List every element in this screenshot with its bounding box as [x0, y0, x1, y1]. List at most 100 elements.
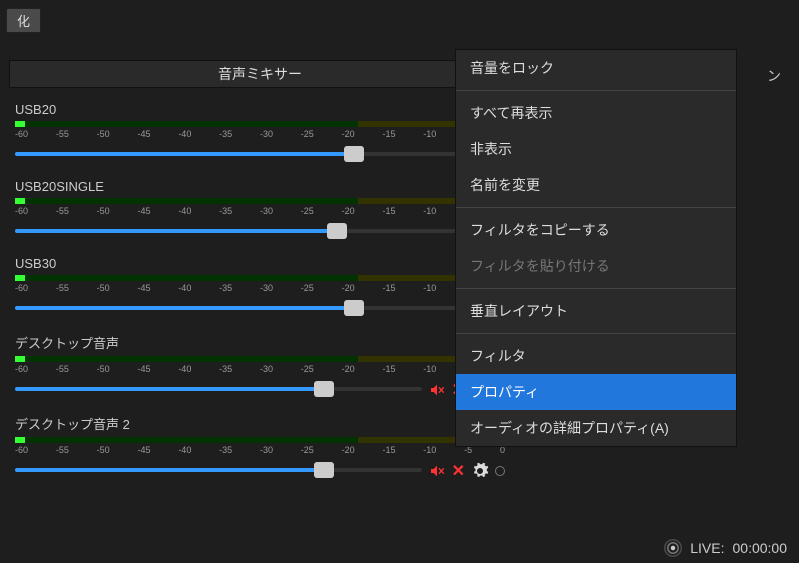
volume-slider[interactable] — [15, 468, 422, 474]
volume-slider[interactable] — [15, 229, 462, 235]
tick-label: -20 — [342, 129, 355, 139]
tick-label: -20 — [342, 364, 355, 374]
tick-label: -50 — [97, 206, 110, 216]
volume-slider[interactable] — [15, 306, 462, 312]
meter-ticks: -60-55-50-45-40-35-30-25-20-15-10-50 — [15, 445, 505, 455]
tick-label: -45 — [137, 283, 150, 293]
tick-label: -30 — [260, 445, 273, 455]
tick-label: -10 — [423, 445, 436, 455]
gear-icon[interactable] — [471, 462, 489, 480]
tick-label: -25 — [301, 364, 314, 374]
tick-label: -55 — [56, 129, 69, 139]
menu-separator — [456, 333, 736, 334]
level-meter — [15, 198, 505, 204]
menu-item[interactable]: 非表示 — [456, 131, 736, 167]
tick-label: -30 — [260, 206, 273, 216]
audio-context-menu[interactable]: 音量をロックすべて再表示非表示名前を変更フィルタをコピーするフィルタを貼り付ける… — [455, 49, 737, 447]
tick-label: -15 — [382, 445, 395, 455]
options-dot[interactable] — [495, 466, 505, 476]
tick-label: -10 — [423, 129, 436, 139]
tick-label: -20 — [342, 445, 355, 455]
tick-label: -55 — [56, 364, 69, 374]
channel-name: デスクトップ音声 — [15, 333, 119, 352]
tick-label: -60 — [15, 445, 28, 455]
tick-label: -10 — [423, 206, 436, 216]
audio-channel: USB300.0-60-55-50-45-40-35-30-25-20-15-1… — [9, 256, 511, 319]
tick-label: -35 — [219, 364, 232, 374]
tick-label: -30 — [260, 129, 273, 139]
level-meter — [15, 121, 505, 127]
speaker-muted-icon[interactable] — [428, 463, 446, 479]
menu-item[interactable]: 垂直レイアウト — [456, 293, 736, 329]
tick-label: -15 — [382, 364, 395, 374]
tick-label: -35 — [219, 283, 232, 293]
menu-item[interactable]: 名前を変更 — [456, 167, 736, 203]
audio-channel: USB200.0-60-55-50-45-40-35-30-25-20-15-1… — [9, 102, 511, 165]
tick-label: -30 — [260, 283, 273, 293]
tick-label: -10 — [423, 364, 436, 374]
speaker-muted-icon[interactable] — [428, 382, 446, 398]
tick-label: -50 — [97, 364, 110, 374]
meter-ticks: -60-55-50-45-40-35-30-25-20-15-10-50 — [15, 283, 505, 293]
tick-label: -20 — [342, 283, 355, 293]
tick-label: -50 — [97, 445, 110, 455]
menu-item[interactable]: フィルタをコピーする — [456, 212, 736, 248]
tick-label: -15 — [382, 129, 395, 139]
tick-label: -15 — [382, 206, 395, 216]
tick-label: -60 — [15, 129, 28, 139]
truncated-label: ン — [767, 66, 781, 86]
volume-slider[interactable] — [15, 152, 462, 158]
live-label: LIVE: — [690, 540, 724, 556]
tick-label: -40 — [178, 283, 191, 293]
audio-channel: デスクトップ音声0.0-60-55-50-45-40-35-30-25-20-1… — [9, 333, 511, 400]
menu-item[interactable]: フィルタ — [456, 338, 736, 374]
menu-item[interactable]: すべて再表示 — [456, 95, 736, 131]
tick-label: -25 — [301, 129, 314, 139]
menu-separator — [456, 207, 736, 208]
menu-separator — [456, 288, 736, 289]
audio-channel: デスクトップ音声 20.0 dB-60-55-50-45-40-35-30-25… — [9, 414, 511, 481]
volume-slider[interactable] — [15, 387, 422, 393]
mixer-panel-header: 音声ミキサー — [9, 60, 511, 88]
audio-mixer-panel: 音声ミキサー USB200.0-60-55-50-45-40-35-30-25-… — [9, 60, 511, 481]
tick-label: -15 — [382, 283, 395, 293]
meter-ticks: -60-55-50-45-40-35-30-25-20-15-10-50 — [15, 364, 505, 374]
menu-separator — [456, 90, 736, 91]
menu-item[interactable]: オーディオの詳細プロパティ(A) — [456, 410, 736, 446]
tick-label: -45 — [137, 129, 150, 139]
tick-label: -20 — [342, 206, 355, 216]
tick-label: -55 — [56, 283, 69, 293]
tick-label: -30 — [260, 364, 273, 374]
tick-label: -60 — [15, 364, 28, 374]
channel-name: デスクトップ音声 2 — [15, 414, 130, 433]
tick-label: -50 — [97, 283, 110, 293]
level-meter — [15, 275, 505, 281]
level-meter — [15, 356, 505, 362]
tick-label: -55 — [56, 445, 69, 455]
tick-label: -55 — [56, 206, 69, 216]
tick-label: -35 — [219, 206, 232, 216]
status-bar: LIVE: 00:00:00 — [664, 539, 787, 557]
close-icon[interactable]: ✕ — [452, 461, 465, 481]
titlebar-button[interactable]: 化 — [6, 8, 41, 33]
tick-label: -60 — [15, 283, 28, 293]
meter-ticks: -60-55-50-45-40-35-30-25-20-15-10-50 — [15, 129, 505, 139]
tick-label: -45 — [137, 445, 150, 455]
menu-item: フィルタを貼り付ける — [456, 248, 736, 284]
tick-label: -45 — [137, 364, 150, 374]
channel-name: USB20 — [15, 102, 56, 117]
tick-label: -10 — [423, 283, 436, 293]
tick-label: -40 — [178, 445, 191, 455]
tick-label: -35 — [219, 445, 232, 455]
menu-item[interactable]: プロパティ — [456, 374, 736, 410]
tick-label: -25 — [301, 445, 314, 455]
channel-name: USB30 — [15, 256, 56, 271]
tick-label: -40 — [178, 364, 191, 374]
level-meter — [15, 437, 505, 443]
tick-label: -60 — [15, 206, 28, 216]
tick-label: -35 — [219, 129, 232, 139]
menu-item[interactable]: 音量をロック — [456, 50, 736, 86]
tick-label: -50 — [97, 129, 110, 139]
tick-label: -40 — [178, 129, 191, 139]
tick-label: -25 — [301, 206, 314, 216]
